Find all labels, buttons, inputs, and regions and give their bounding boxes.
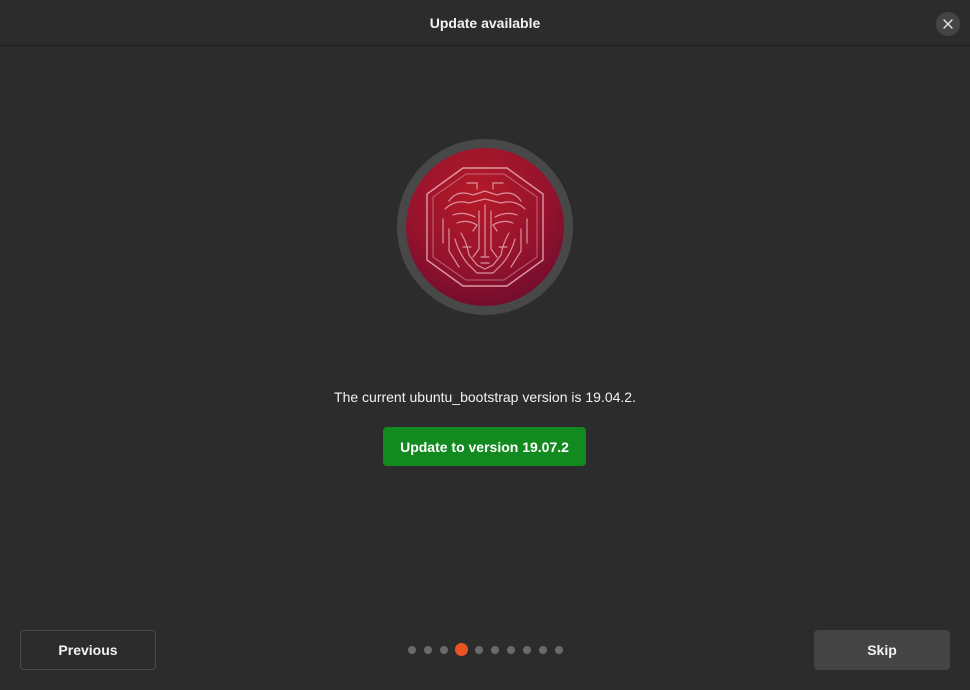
ubuntu-mascot-logo xyxy=(397,139,573,315)
page-dot-3 xyxy=(440,646,448,654)
close-icon xyxy=(943,19,953,29)
page-indicator xyxy=(405,643,567,657)
page-dot-1 xyxy=(408,646,416,654)
page-dot-4-active xyxy=(455,643,468,656)
page-dot-2 xyxy=(424,646,432,654)
update-dialog-window: Update available The current ubuntu_boot… xyxy=(0,0,970,690)
page-dot-7 xyxy=(507,646,515,654)
version-message: The current ubuntu_bootstrap version is … xyxy=(334,389,636,405)
page-dot-8 xyxy=(523,646,531,654)
previous-button[interactable]: Previous xyxy=(20,630,156,670)
page-dot-6 xyxy=(491,646,499,654)
skip-button[interactable]: Skip xyxy=(814,630,950,670)
dialog-title: Update available xyxy=(429,15,541,31)
page-dot-5 xyxy=(475,646,483,654)
page-dot-10 xyxy=(555,646,563,654)
close-button[interactable] xyxy=(936,12,960,36)
update-button[interactable]: Update to version 19.07.2 xyxy=(383,427,586,466)
ubuntu-mascot-logo-icon xyxy=(397,139,573,315)
header-bar: Update available xyxy=(0,0,970,46)
page-dot-9 xyxy=(539,646,547,654)
